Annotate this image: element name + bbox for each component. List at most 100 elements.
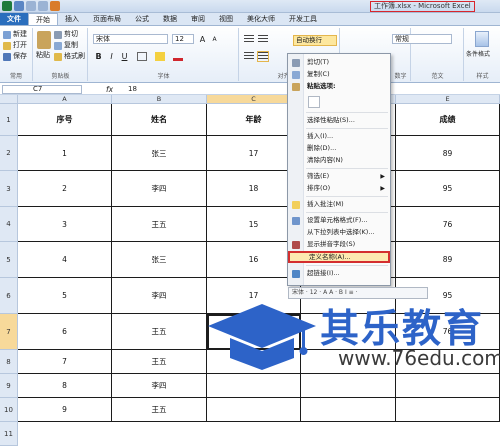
grow-font-button[interactable]: A: [197, 34, 208, 45]
shrink-font-button[interactable]: A: [209, 34, 220, 45]
row-header[interactable]: 6: [0, 278, 18, 314]
format-painter-button[interactable]: 格式刷: [54, 52, 85, 61]
table-cell[interactable]: 王五: [112, 207, 207, 242]
undo-icon[interactable]: [26, 1, 36, 11]
conditional-format-label[interactable]: 条件格式: [466, 50, 490, 59]
fx-icon[interactable]: fx: [106, 84, 113, 95]
tab-formulas[interactable]: 公式: [128, 13, 156, 25]
paste-label[interactable]: 粘贴: [36, 51, 50, 60]
menu-item-phonetic[interactable]: 显示拼音字段(S): [288, 239, 390, 250]
menu-item-hyperlink[interactable]: 超链接(I)...: [288, 268, 390, 279]
tab-insert[interactable]: 插入: [58, 13, 86, 25]
table-cell[interactable]: 95: [396, 171, 500, 207]
border-icon[interactable]: [137, 52, 147, 61]
menu-item-clear[interactable]: 清除内容(N): [288, 155, 390, 166]
redo-icon[interactable]: [38, 1, 48, 11]
table-cell[interactable]: 76: [396, 207, 500, 242]
menu-item-paste-special[interactable]: 选择性粘贴(S)...: [288, 115, 390, 126]
open-button[interactable]: 打开: [3, 41, 27, 50]
menu-item-insert[interactable]: 插入(I)...: [288, 131, 390, 142]
table-cell[interactable]: [396, 374, 500, 398]
row-header[interactable]: 2: [0, 136, 18, 171]
table-cell[interactable]: 3: [18, 207, 112, 242]
font-color-icon[interactable]: [50, 1, 60, 11]
menu-item-delete[interactable]: 删除(D)...: [288, 143, 390, 154]
table-cell[interactable]: 1: [18, 136, 112, 171]
row-header[interactable]: 4: [0, 207, 18, 242]
align-center-icon[interactable]: [257, 51, 269, 62]
table-cell[interactable]: 张三: [112, 242, 207, 278]
row-header[interactable]: 9: [0, 374, 18, 398]
table-cell[interactable]: [396, 398, 500, 422]
row-header[interactable]: 8: [0, 350, 18, 374]
tab-view[interactable]: 视图: [212, 13, 240, 25]
column-header[interactable]: B: [112, 95, 207, 104]
table-cell[interactable]: 2: [18, 171, 112, 207]
align-top-icon[interactable]: [244, 35, 254, 44]
formula-input[interactable]: 18: [128, 84, 137, 95]
row-header[interactable]: 3: [0, 171, 18, 207]
font-size-select[interactable]: 12: [172, 34, 194, 44]
italic-button[interactable]: I: [106, 51, 117, 62]
row-header[interactable]: 11: [0, 422, 18, 446]
paste-option-icon[interactable]: [308, 96, 320, 108]
table-cell[interactable]: 89: [396, 136, 500, 171]
tab-beautify[interactable]: 美化大师: [240, 13, 282, 25]
row-header[interactable]: 5: [0, 242, 18, 278]
header-cell[interactable]: 成绩: [396, 104, 500, 136]
table-cell[interactable]: 王五: [112, 398, 207, 422]
conditional-format-icon[interactable]: [475, 31, 489, 47]
tab-page-layout[interactable]: 页面布局: [86, 13, 128, 25]
font-name-select[interactable]: 宋体: [93, 34, 168, 44]
cut-button[interactable]: 剪切: [54, 30, 78, 39]
align-left-icon[interactable]: [244, 52, 254, 61]
header-cell[interactable]: 序号: [18, 104, 112, 136]
table-cell[interactable]: 9: [18, 398, 112, 422]
tab-file[interactable]: 文件: [0, 13, 28, 25]
menu-item-comment[interactable]: 插入批注(M): [288, 199, 390, 210]
underline-button[interactable]: U: [119, 51, 130, 62]
column-header[interactable]: A: [18, 95, 112, 104]
select-all-corner[interactable]: [0, 95, 18, 104]
paste-icon[interactable]: [37, 31, 51, 49]
font-color-icon[interactable]: [173, 52, 183, 61]
menu-item-filter[interactable]: 筛选(E) ▶: [288, 171, 390, 182]
table-cell[interactable]: [207, 398, 301, 422]
row-header[interactable]: 7: [0, 314, 18, 350]
menu-item-copy[interactable]: 复制(C): [288, 69, 390, 80]
table-cell[interactable]: 李四: [112, 278, 207, 314]
header-cell[interactable]: 姓名: [112, 104, 207, 136]
table-cell[interactable]: 王五: [112, 314, 207, 350]
row-header[interactable]: 10: [0, 398, 18, 422]
table-cell[interactable]: 89: [396, 242, 500, 278]
menu-item-format-cells[interactable]: 设置单元格格式(F)...: [288, 215, 390, 226]
wrap-text-button[interactable]: 自动换行: [293, 35, 337, 46]
table-cell[interactable]: [301, 374, 396, 398]
menu-item-sort[interactable]: 排序(O) ▶: [288, 183, 390, 194]
tab-data[interactable]: 数据: [156, 13, 184, 25]
bold-button[interactable]: B: [93, 51, 104, 62]
row-header[interactable]: 1: [0, 104, 18, 136]
tab-home[interactable]: 开始: [28, 13, 58, 25]
menu-item-define-name[interactable]: 定义名称(A)...: [288, 251, 390, 263]
table-cell[interactable]: [301, 398, 396, 422]
fill-color-icon[interactable]: [155, 52, 165, 61]
table-cell[interactable]: 8: [18, 374, 112, 398]
table-cell[interactable]: 王五: [112, 350, 207, 374]
save-button[interactable]: 保存: [3, 52, 27, 61]
save-icon[interactable]: [14, 1, 24, 11]
table-cell[interactable]: 7: [18, 350, 112, 374]
name-box[interactable]: C7: [2, 85, 82, 94]
table-cell[interactable]: 李四: [112, 171, 207, 207]
copy-button[interactable]: 复制: [54, 41, 78, 50]
align-middle-icon[interactable]: [258, 35, 268, 44]
table-cell[interactable]: 李四: [112, 374, 207, 398]
table-cell[interactable]: 4: [18, 242, 112, 278]
table-cell[interactable]: 张三: [112, 136, 207, 171]
tab-developer[interactable]: 开发工具: [282, 13, 324, 25]
new-button[interactable]: 新建: [3, 30, 27, 39]
table-cell[interactable]: [207, 374, 301, 398]
column-header[interactable]: E: [396, 95, 500, 104]
table-cell[interactable]: 6: [18, 314, 112, 350]
menu-item-pick-list[interactable]: 从下拉列表中选择(K)...: [288, 227, 390, 238]
